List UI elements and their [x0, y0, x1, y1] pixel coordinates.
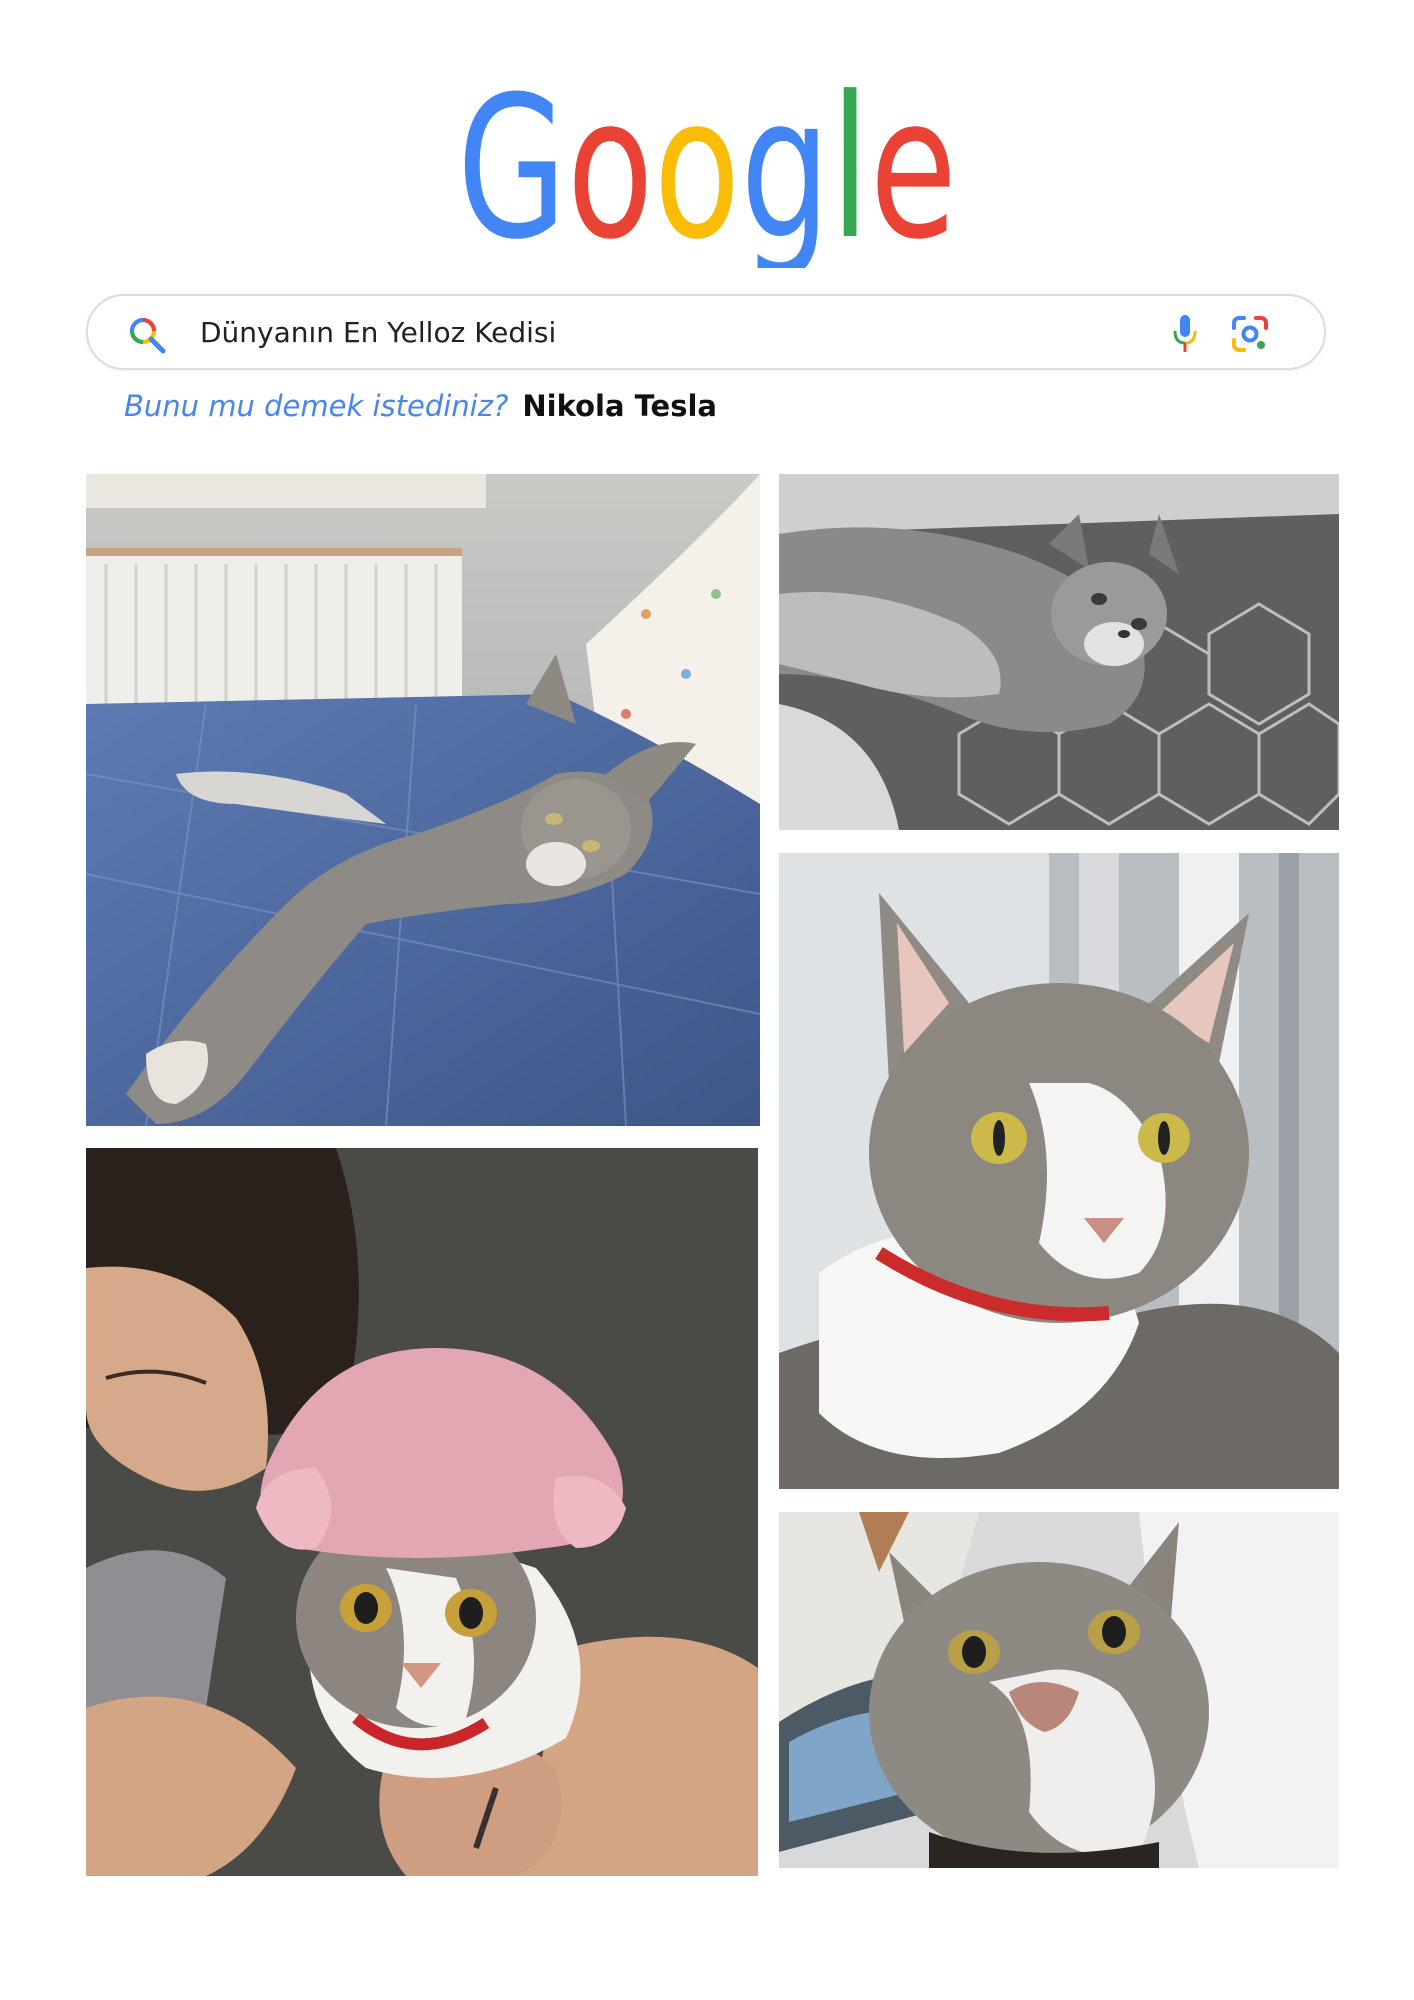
logo-letter: g	[740, 68, 830, 268]
logo-letter: o	[654, 68, 741, 268]
svg-text:Google: Google	[457, 68, 957, 268]
search-bar[interactable]: Dünyanın En Yelloz Kedisi	[86, 294, 1326, 370]
cat-photo-portrait[interactable]	[779, 853, 1339, 1489]
cat-photo-blanket-image	[779, 474, 1339, 830]
cat-photo-pink-hat[interactable]	[86, 1148, 758, 1876]
did-you-mean: Bunu mu demek istediniz? Nikola Tesla	[124, 382, 717, 430]
search-input[interactable]: Dünyanın En Yelloz Kedisi	[200, 296, 556, 372]
logo-letter: G	[457, 68, 567, 268]
logo-letter: l	[830, 68, 869, 268]
cat-photo-closeup-image	[779, 1512, 1339, 1868]
logo-letter: e	[870, 68, 957, 268]
cat-photo-closeup[interactable]	[779, 1512, 1339, 1868]
lens-camera-icon[interactable]	[1230, 314, 1270, 354]
cat-photo-bed-image	[86, 474, 760, 1126]
microphone-icon[interactable]	[1170, 313, 1200, 355]
cat-photo-portrait-image	[779, 853, 1339, 1489]
suggested-query-link[interactable]: Nikola Tesla	[522, 389, 717, 423]
search-icon[interactable]	[126, 314, 168, 356]
cat-photo-pink-hat-image	[86, 1148, 758, 1876]
google-logo: Google	[0, 68, 1414, 268]
cat-photo-bed[interactable]	[86, 474, 760, 1126]
did-you-mean-prompt: Bunu mu demek istediniz?	[124, 389, 509, 423]
cat-photo-blanket[interactable]	[779, 474, 1339, 830]
logo-letter: o	[567, 68, 654, 268]
